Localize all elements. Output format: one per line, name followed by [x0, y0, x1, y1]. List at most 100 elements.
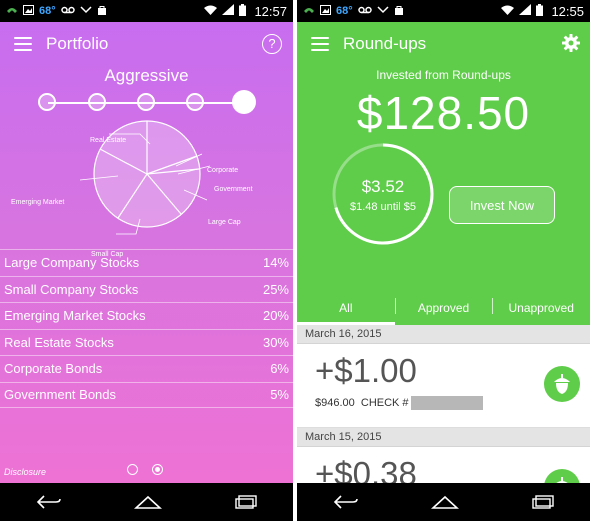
transaction-row[interactable]: +$1.00 $946.00 CHECK # — [297, 344, 590, 428]
phone-icon — [6, 5, 18, 18]
date-header: March 16, 2015 — [297, 325, 590, 344]
page-indicator — [127, 464, 163, 475]
risk-level-label: Aggressive — [104, 66, 189, 85]
missed-call-icon — [80, 5, 92, 18]
pie-label-emerging: Emerging Market — [11, 199, 65, 206]
roundup-amount: +$1.00 — [315, 352, 417, 389]
allocation-row[interactable]: Emerging Market Stocks 20% — [0, 302, 293, 329]
clock: 12:57 — [254, 3, 287, 19]
redacted-check-number — [410, 396, 483, 410]
recent-apps-icon[interactable] — [235, 495, 257, 509]
pie-label-government: Government — [214, 186, 253, 193]
battery-icon — [239, 3, 247, 19]
nav-bar — [0, 483, 293, 521]
transaction-detail: $946.00 CHECK # — [315, 396, 483, 410]
temperature: 68° — [336, 5, 353, 17]
allocation-pct: 5% — [270, 387, 289, 403]
signal-icon — [519, 4, 532, 18]
pie-label-real-estate: Real Estate — [90, 137, 127, 144]
allocation-pct: 20% — [262, 308, 289, 324]
allocation-name: Large Company Stocks — [4, 255, 140, 271]
app-bar: Portfolio ? — [0, 22, 293, 66]
filter-tabs: All Approved Unapproved — [297, 290, 590, 325]
tab-approved[interactable]: Approved — [394, 290, 493, 325]
roundup-amount: +$0.38 — [315, 455, 417, 483]
home-icon[interactable] — [431, 495, 460, 509]
allocation-pct: 30% — [262, 334, 289, 350]
transaction-list: March 16, 2015 +$1.00 $946.00 CHECK # Ma… — [297, 325, 590, 483]
bag-icon — [97, 5, 107, 18]
date-header: March 15, 2015 — [297, 428, 590, 447]
allocation-name: Real Estate Stocks — [4, 334, 114, 350]
roundup-progress-text: $3.52 $1.48 until $5 — [331, 177, 435, 213]
app-bar: Round-ups — [297, 22, 590, 66]
risk-step-5[interactable] — [232, 90, 256, 114]
invested-amount: $128.50 — [356, 87, 531, 139]
roundups-screen: 68° 12:55 Round-ups Invested from Round-… — [297, 0, 590, 521]
bag-icon — [394, 5, 404, 18]
tab-unapproved[interactable]: Unapproved — [492, 290, 590, 325]
invest-now-button[interactable]: Invest Now — [449, 186, 555, 224]
page-title: Round-ups — [343, 34, 427, 53]
recent-apps-icon[interactable] — [532, 495, 554, 509]
back-icon[interactable] — [333, 495, 359, 509]
missed-call-icon — [377, 5, 389, 18]
allocation-pct: 14% — [262, 255, 289, 271]
pending-amount: $3.52 — [361, 177, 405, 196]
until-text: $1.48 until $5 — [349, 201, 417, 213]
risk-step-2[interactable] — [88, 93, 106, 111]
allocation-pct: 6% — [270, 361, 289, 377]
allocation-name: Corporate Bonds — [4, 361, 103, 377]
allocation-name: Small Company Stocks — [4, 281, 139, 297]
acorn-icon[interactable] — [544, 366, 580, 402]
invested-label: Invested from Round-ups — [376, 68, 511, 82]
pie-label-large-cap: Large Cap — [208, 219, 241, 226]
transaction-row[interactable]: +$0.38 — [297, 447, 590, 483]
portfolio-screen: 68° 12:57 Portfolio ? Aggressive Real Es… — [0, 0, 293, 521]
allocation-row[interactable]: Small Company Stocks 25% — [0, 275, 293, 303]
allocation-row[interactable]: Real Estate Stocks 30% — [0, 328, 293, 356]
allocation-row[interactable]: Corporate Bonds 6% — [0, 355, 293, 382]
allocation-list: Large Company Stocks 14% Small Company St… — [0, 249, 293, 408]
transaction-description: $946.00 CHECK # — [315, 396, 409, 409]
allocation-pct: 25% — [262, 281, 289, 297]
acorn-icon[interactable] — [544, 469, 580, 483]
signal-icon — [222, 4, 235, 18]
disclosure-link[interactable]: Disclosure — [4, 467, 46, 477]
risk-step-4[interactable] — [186, 93, 204, 111]
wifi-icon — [204, 5, 218, 18]
voicemail-icon — [60, 5, 75, 17]
page-dot-2[interactable] — [152, 464, 163, 475]
status-bar: 68° 12:57 — [0, 0, 293, 22]
temperature: 68° — [39, 5, 56, 17]
help-icon[interactable]: ? — [262, 34, 282, 54]
allocation-name: Government Bonds — [4, 387, 117, 403]
roundups-header: Round-ups Invested from Round-ups $128.5… — [297, 22, 590, 325]
clock: 12:55 — [551, 3, 584, 19]
settings-gear-icon[interactable] — [562, 34, 580, 57]
wifi-icon — [501, 5, 515, 18]
allocation-pie: Real Estate Corporate Government Emergin… — [0, 114, 293, 258]
menu-icon[interactable] — [14, 37, 32, 51]
battery-icon — [536, 3, 544, 19]
tab-all[interactable]: All — [297, 290, 395, 325]
risk-slider[interactable] — [38, 90, 258, 115]
nav-bar — [297, 483, 590, 521]
phone-icon — [303, 5, 315, 18]
risk-step-1[interactable] — [38, 93, 56, 111]
home-icon[interactable] — [134, 495, 163, 509]
pie-label-corporate: Corporate — [207, 167, 239, 174]
image-icon — [320, 4, 331, 18]
allocation-name: Emerging Market Stocks — [4, 308, 146, 324]
allocation-row[interactable]: Government Bonds 5% — [0, 381, 293, 408]
risk-step-3[interactable] — [137, 93, 155, 111]
page-title: Portfolio — [46, 34, 109, 53]
allocation-row[interactable]: Large Company Stocks 14% — [0, 249, 293, 276]
menu-icon[interactable] — [311, 37, 329, 51]
back-icon[interactable] — [36, 495, 62, 509]
page-dot-1[interactable] — [127, 464, 138, 475]
voicemail-icon — [357, 5, 372, 17]
status-bar: 68° 12:55 — [297, 0, 590, 22]
portfolio-content: Portfolio ? Aggressive Real Estate Corpo… — [0, 22, 293, 483]
image-icon — [23, 4, 34, 18]
